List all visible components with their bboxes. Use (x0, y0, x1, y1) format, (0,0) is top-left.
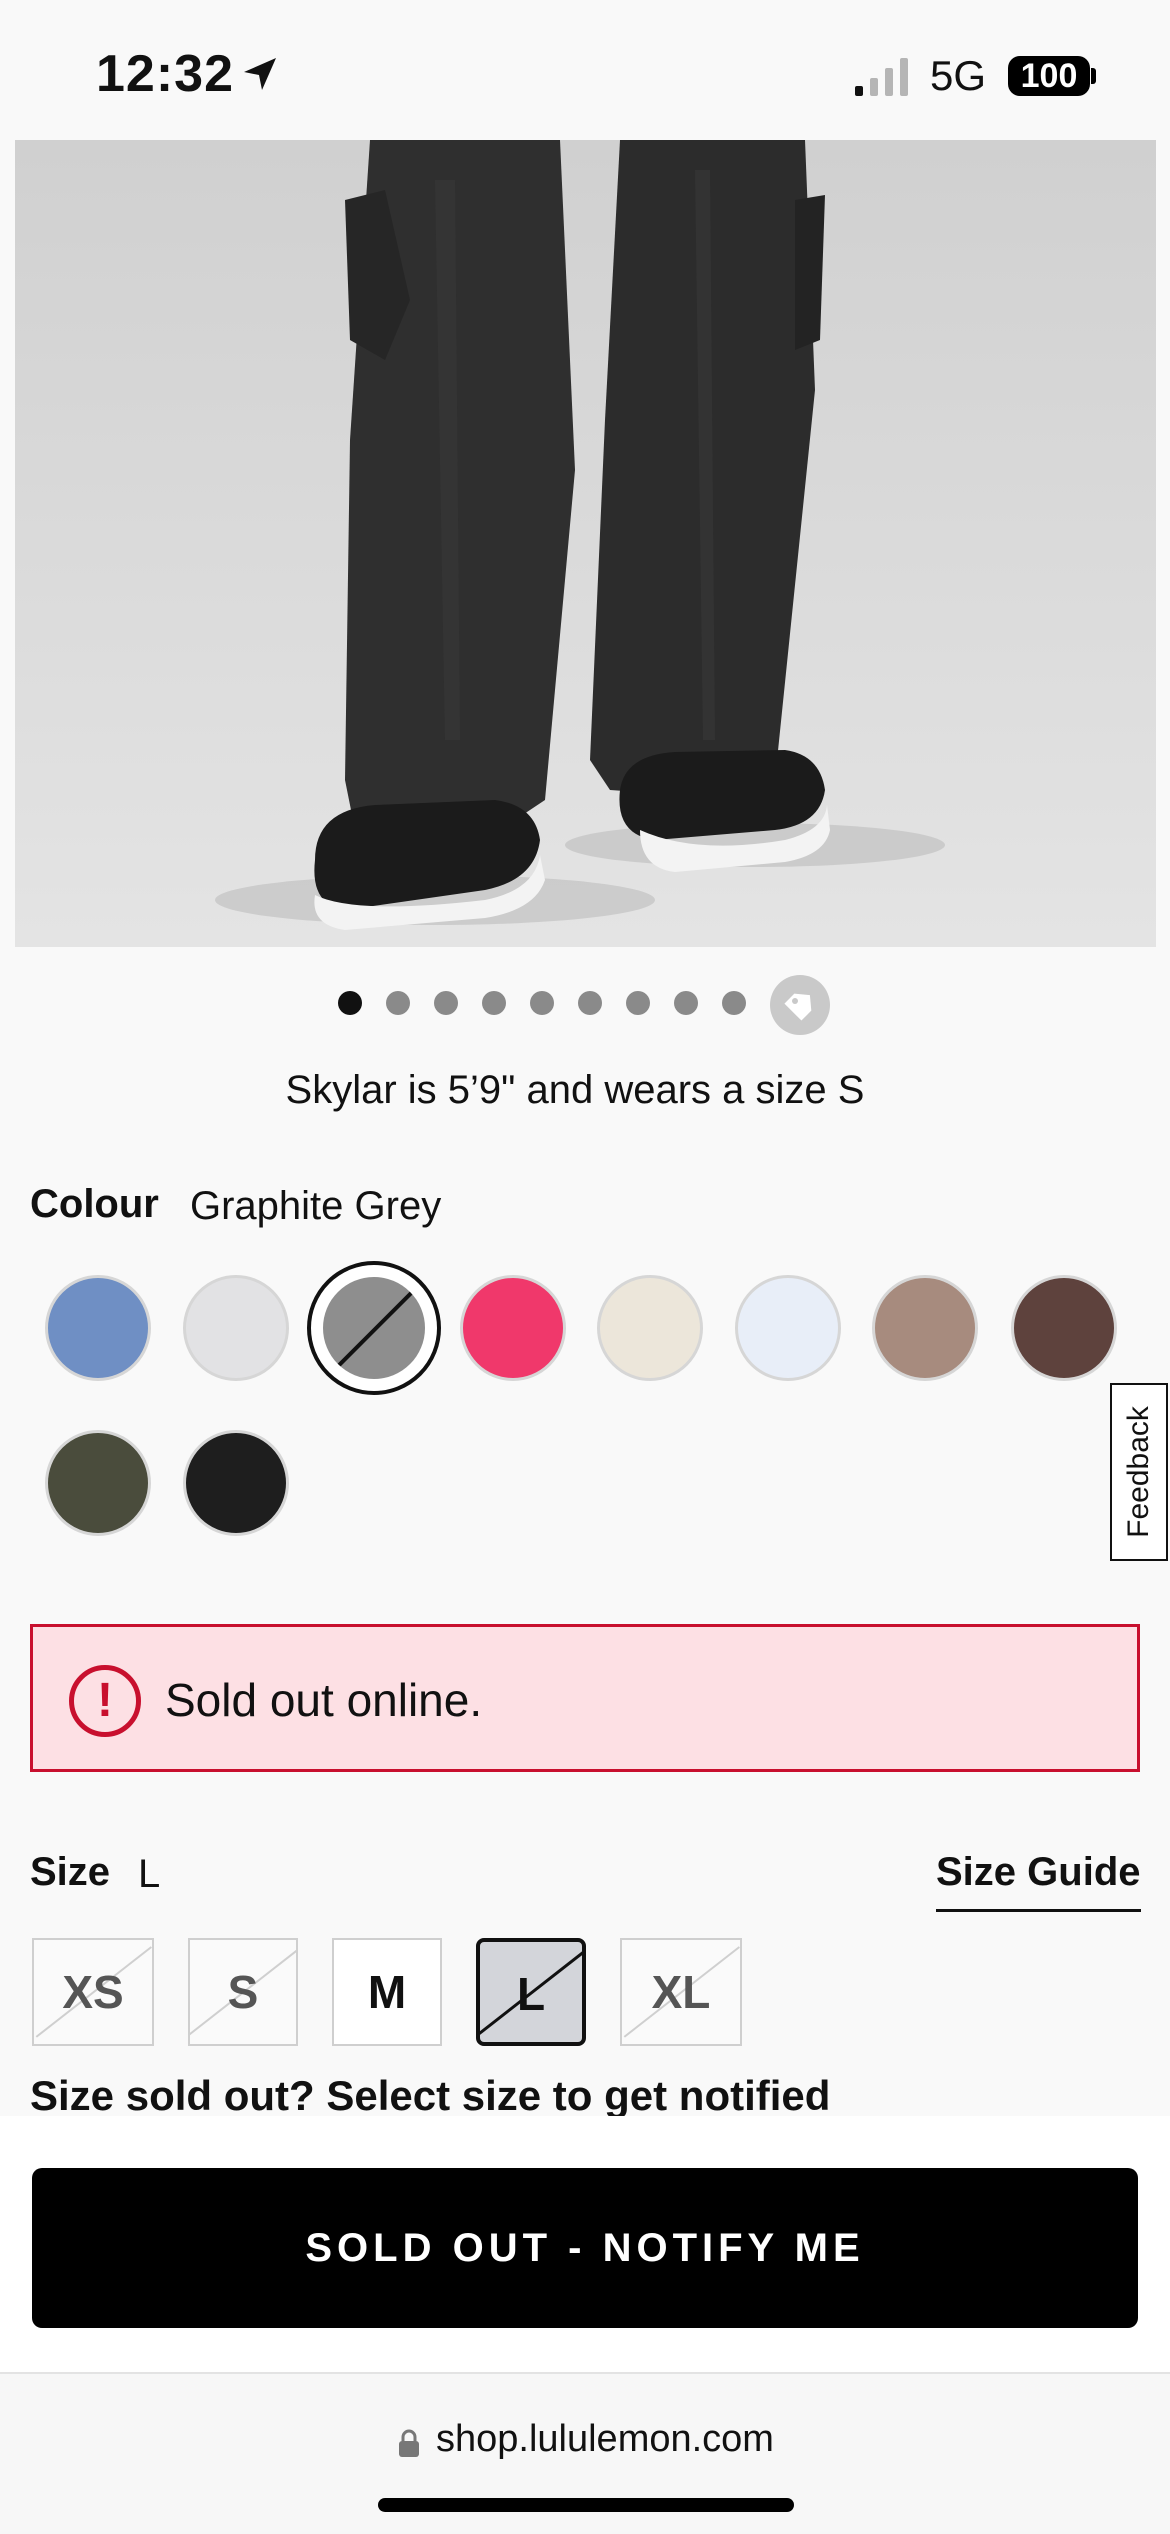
size-option-s[interactable]: S (188, 1938, 298, 2046)
home-indicator[interactable] (378, 2498, 794, 2512)
size-option-m[interactable]: M (332, 1938, 442, 2046)
clock: 12:32 (96, 45, 234, 103)
alert-message: Sold out online. (165, 1674, 483, 1726)
alert-icon: ! (69, 1665, 141, 1737)
colour-swatch[interactable] (597, 1275, 703, 1381)
location-arrow-icon (244, 58, 276, 90)
size-sold-out-hint: Size sold out? Select size to get notifi… (30, 2072, 831, 2119)
selected-size: L (138, 1852, 161, 1896)
notify-me-button[interactable]: SOLD OUT - NOTIFY ME (32, 2168, 1138, 2328)
tag-icon[interactable] (770, 975, 830, 1035)
size-option-label: S (227, 1966, 259, 2018)
swatch-fill (323, 1277, 425, 1379)
colour-swatch[interactable] (735, 1275, 841, 1381)
colour-swatch[interactable] (45, 1430, 151, 1536)
selected-colour-name: Graphite Grey (190, 1184, 442, 1228)
size-option-label: M (367, 1966, 407, 2018)
sold-out-alert: ! Sold out online. (30, 1624, 1140, 1772)
url-text: shop.lululemon.com (436, 2418, 774, 2460)
colour-swatch-selected[interactable] (307, 1261, 441, 1395)
gallery-dot[interactable] (386, 991, 410, 1015)
gallery-dot[interactable] (530, 991, 554, 1015)
size-option-label: XL (651, 1966, 711, 2018)
product-photo-illustration (15, 140, 1156, 947)
colour-swatch[interactable] (183, 1430, 289, 1536)
size-label: Size (30, 1850, 111, 1894)
model-fit-note: Skylar is 5’9" and wears a size S (285, 1068, 865, 1112)
cellular-signal-icon (855, 58, 908, 96)
product-image[interactable] (15, 140, 1156, 947)
browser-address-bar[interactable]: shop.lululemon.com (0, 2372, 1170, 2534)
size-option-label: L (516, 1968, 546, 2020)
colour-swatch[interactable] (872, 1275, 978, 1381)
sold-out-slash (331, 1283, 421, 1373)
size-option-xl[interactable]: XL (620, 1938, 742, 2046)
battery-icon: 100 (1008, 56, 1090, 96)
gallery-dot[interactable] (626, 991, 650, 1015)
network-type: 5G (930, 52, 987, 99)
colour-swatch[interactable] (45, 1275, 151, 1381)
lock-icon (399, 2429, 419, 2457)
size-option-xs[interactable]: XS (32, 1938, 154, 2046)
size-guide-link[interactable]: Size Guide (936, 1850, 1141, 1912)
gallery-dot[interactable] (722, 991, 746, 1015)
colour-label: Colour (30, 1182, 159, 1226)
status-bar: 12:32 5G 100 (0, 0, 1170, 140)
size-option-l[interactable]: L (476, 1938, 586, 2046)
gallery-dot[interactable] (482, 991, 506, 1015)
gallery-pagination (0, 975, 1170, 1035)
battery-tip (1091, 68, 1096, 84)
feedback-tab-label: Feedback (1122, 1406, 1155, 1538)
gallery-dot[interactable] (434, 991, 458, 1015)
size-option-label: XS (62, 1966, 124, 2018)
colour-swatch[interactable] (183, 1275, 289, 1381)
colour-swatch[interactable] (1011, 1275, 1117, 1381)
gallery-dot[interactable] (578, 991, 602, 1015)
gallery-dot[interactable] (338, 991, 362, 1015)
feedback-tab[interactable]: Feedback (1110, 1383, 1168, 1561)
gallery-dot[interactable] (674, 991, 698, 1015)
colour-swatch[interactable] (460, 1275, 566, 1381)
